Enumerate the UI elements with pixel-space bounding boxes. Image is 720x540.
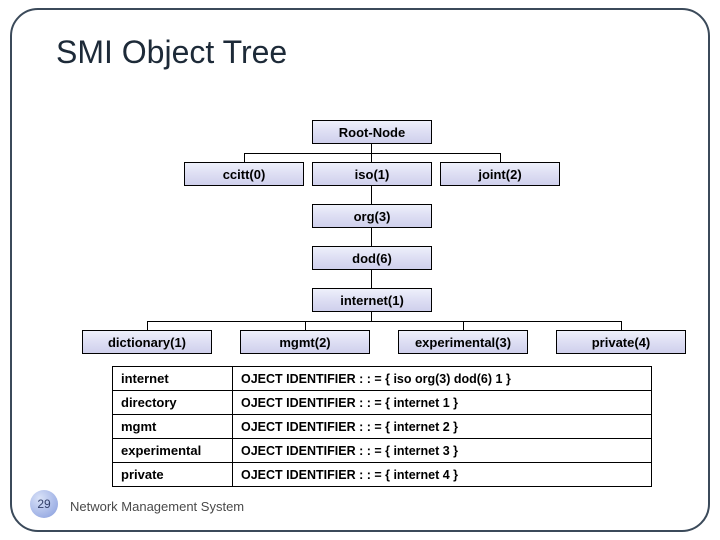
slide-frame: SMI Object Tree Root-Node ccitt(0) iso(1… [10,8,710,532]
connector [371,228,372,246]
slide-title: SMI Object Tree [56,34,670,71]
def-name: experimental [113,439,233,463]
table-row: private OJECT IDENTIFIER : : = { interne… [113,463,652,487]
connector [244,153,500,154]
table-row: directory OJECT IDENTIFIER : : = { inter… [113,391,652,415]
node-experimental: experimental(3) [398,330,528,354]
connector [371,270,372,288]
def-name: directory [113,391,233,415]
def-value: OJECT IDENTIFIER : : = { internet 1 } [233,391,652,415]
definition-table: internet OJECT IDENTIFIER : : = { iso or… [112,366,652,487]
def-value: OJECT IDENTIFIER : : = { iso org(3) dod(… [233,367,652,391]
connector [305,321,306,330]
table-row: experimental OJECT IDENTIFIER : : = { in… [113,439,652,463]
node-ccitt: ccitt(0) [184,162,304,186]
connector [147,321,621,322]
node-private: private(4) [556,330,686,354]
connector [371,186,372,204]
node-mgmt: mgmt(2) [240,330,370,354]
node-root: Root-Node [312,120,432,144]
table-row: internet OJECT IDENTIFIER : : = { iso or… [113,367,652,391]
connector [500,153,501,162]
connector [621,321,622,330]
def-name: internet [113,367,233,391]
node-org: org(3) [312,204,432,228]
page-number: 29 [30,490,58,518]
def-name: private [113,463,233,487]
node-internet: internet(1) [312,288,432,312]
node-dictionary: dictionary(1) [82,330,212,354]
node-iso: iso(1) [312,162,432,186]
table-row: mgmt OJECT IDENTIFIER : : = { internet 2… [113,415,652,439]
node-joint: joint(2) [440,162,560,186]
connector [147,321,148,330]
connector [371,153,372,162]
def-value: OJECT IDENTIFIER : : = { internet 3 } [233,439,652,463]
node-dod: dod(6) [312,246,432,270]
def-value: OJECT IDENTIFIER : : = { internet 4 } [233,463,652,487]
def-value: OJECT IDENTIFIER : : = { internet 2 } [233,415,652,439]
footer-text: Network Management System [70,499,244,514]
connector [371,312,372,321]
connector [371,144,372,153]
def-name: mgmt [113,415,233,439]
connector [244,153,245,162]
connector [463,321,464,330]
